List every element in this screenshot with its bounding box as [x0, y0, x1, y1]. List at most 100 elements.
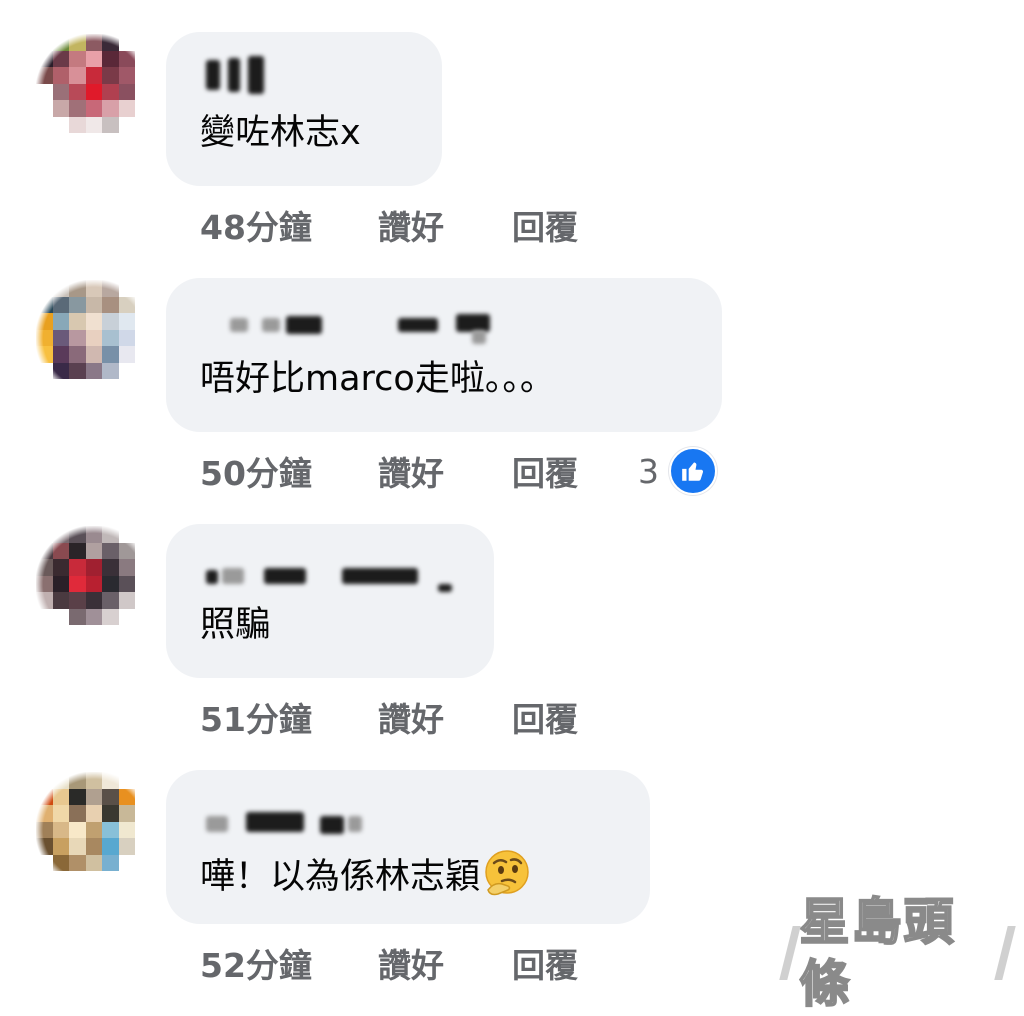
comment-actions: 50分鐘 讚好 回覆 3: [200, 446, 717, 496]
avatar-pixel: [102, 854, 119, 872]
avatar-pixel: [135, 34, 152, 51]
reply-button[interactable]: 回覆: [512, 939, 638, 987]
avatar-pixel: [52, 772, 70, 789]
avatar-pixel: [69, 116, 86, 134]
avatar-pixel: [118, 821, 136, 839]
avatar-pixel: [36, 871, 53, 888]
timestamp[interactable]: 48分鐘: [200, 201, 378, 249]
avatar-pixel: [52, 788, 70, 806]
avatar-pixel: [52, 838, 70, 855]
avatar-pixel: [52, 559, 70, 576]
comment-text-body: 嘩！以為係林志穎: [200, 857, 481, 897]
avatar-pixel: [52, 67, 70, 84]
avatar-pixel: [118, 133, 136, 150]
commenter-name-blurred[interactable]: [166, 278, 722, 344]
avatar-pixel: [52, 575, 70, 593]
avatar-pixel: [52, 116, 70, 134]
avatar[interactable]: [36, 280, 152, 396]
reply-button[interactable]: 回覆: [512, 693, 638, 741]
avatar-pixel: [102, 821, 119, 839]
avatar-pixel: [69, 625, 86, 642]
avatar-pixel: [69, 329, 86, 347]
avatar-pixel: [69, 854, 86, 872]
reaction-summary[interactable]: 3: [638, 447, 717, 495]
comment-3: 照騙 51分鐘 讚好 回覆: [0, 524, 1024, 770]
like-button[interactable]: 讚好: [378, 939, 512, 987]
avatar-pixel: [135, 133, 152, 150]
avatar-pixel: [135, 526, 152, 543]
avatar-pixel: [69, 50, 86, 68]
avatar-pixel: [102, 871, 119, 888]
timestamp[interactable]: 52分鐘: [200, 939, 378, 987]
avatar-pixel: [69, 100, 86, 117]
avatar-pixel: [135, 575, 152, 593]
avatar-pixel: [118, 34, 136, 51]
avatar-pixel: [69, 526, 86, 543]
avatar-pixel: [102, 559, 119, 576]
avatar-pixel: [36, 379, 53, 396]
comment-bubble: 嘩！以為係林志穎: [166, 770, 650, 924]
avatar-pixel: [85, 592, 103, 609]
avatar-pixel: [135, 559, 152, 576]
avatar-pixel: [102, 133, 119, 150]
avatar-pixel: [102, 67, 119, 84]
avatar-pixel: [52, 821, 70, 839]
avatar-pixel: [69, 313, 86, 330]
timestamp[interactable]: 50分鐘: [200, 447, 378, 495]
avatar[interactable]: [36, 772, 152, 888]
avatar-pixel: [118, 50, 136, 68]
comment-text: 照騙: [200, 605, 271, 645]
avatar-pixel: [36, 100, 53, 117]
avatar-pixel: [36, 805, 53, 822]
avatar-pixel: [85, 346, 103, 363]
like-button[interactable]: 讚好: [378, 447, 512, 495]
comment-text: 嘩！以為係林志穎: [200, 848, 532, 900]
like-button[interactable]: 讚好: [378, 693, 512, 741]
avatar-pixel: [85, 871, 103, 888]
avatar-pixel: [135, 379, 152, 396]
comment-actions: 52分鐘 讚好 回覆: [200, 938, 638, 988]
avatar-pixel: [52, 83, 70, 101]
avatar-pixel: [85, 34, 103, 51]
avatar-pixel: [118, 67, 136, 84]
avatar-pixel: [118, 592, 136, 609]
avatar-pixel: [85, 821, 103, 839]
avatar-pixel: [135, 838, 152, 855]
avatar-pixel: [102, 280, 119, 297]
timestamp[interactable]: 51分鐘: [200, 693, 378, 741]
avatar-pixel: [85, 805, 103, 822]
avatar-pixel: [52, 50, 70, 68]
comment-text: 變咗林志x: [200, 113, 361, 153]
avatar-pixel: [69, 296, 86, 314]
avatar-pixel: [69, 575, 86, 593]
reply-button[interactable]: 回覆: [512, 447, 638, 495]
avatar-pixel: [36, 362, 53, 380]
thinking-face-emoji-icon: [482, 848, 532, 898]
avatar[interactable]: [36, 526, 152, 642]
commenter-name-blurred[interactable]: [166, 770, 650, 834]
comment-1: 變咗林志x 48分鐘 讚好 回覆: [0, 32, 1024, 278]
avatar-pixel: [69, 608, 86, 626]
like-button[interactable]: 讚好: [378, 201, 512, 249]
avatar-pixel: [118, 526, 136, 543]
avatar-pixel: [69, 83, 86, 101]
avatar-pixel: [102, 838, 119, 855]
avatar-pixel: [36, 313, 53, 330]
watermark-logo: 星島頭條: [779, 891, 1015, 1014]
avatar-pixel: [118, 542, 136, 560]
avatar-pixel: [36, 83, 53, 101]
commenter-name-blurred[interactable]: [166, 524, 494, 592]
avatar-pixel: [36, 329, 53, 347]
avatar[interactable]: [36, 34, 152, 150]
avatar-pixel: [69, 346, 86, 363]
avatar-pixel: [102, 313, 119, 330]
avatar-pixel: [102, 772, 119, 789]
commenter-name-blurred[interactable]: [166, 32, 442, 94]
avatar-pixel: [36, 526, 53, 543]
avatar-pixel: [85, 100, 103, 117]
avatar-pixel: [135, 871, 152, 888]
avatar-pixel: [118, 805, 136, 822]
avatar-pixel: [69, 379, 86, 396]
avatar-pixel: [85, 280, 103, 297]
reply-button[interactable]: 回覆: [512, 201, 638, 249]
